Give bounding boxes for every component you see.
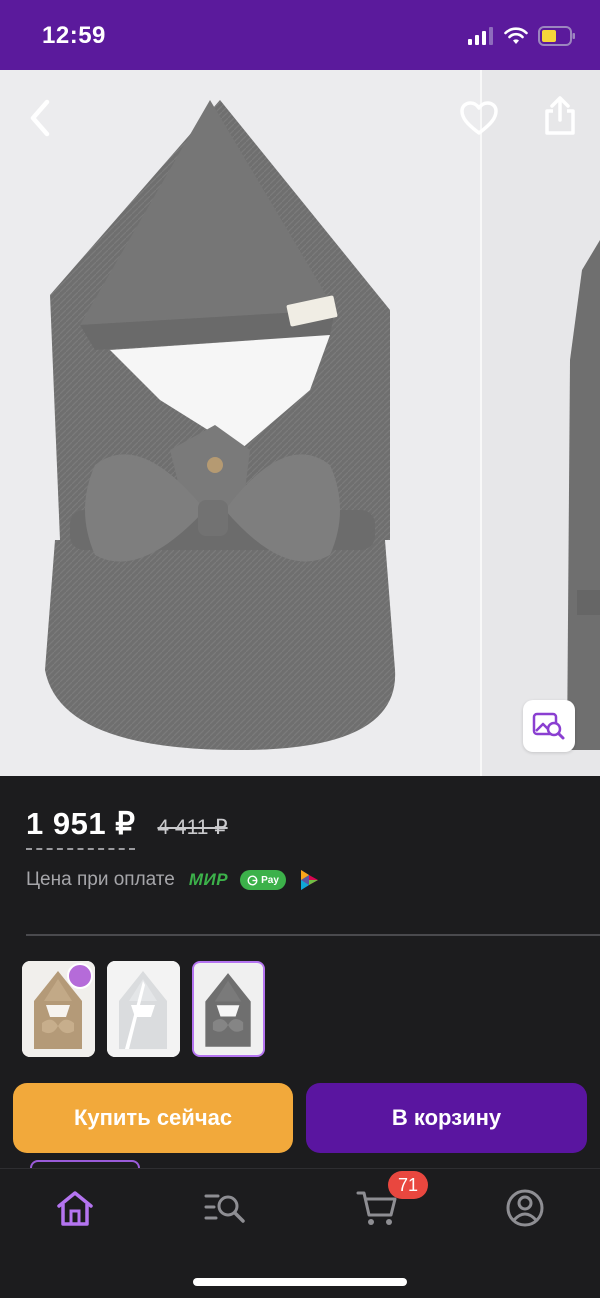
partial-chip [30,1160,140,1168]
current-price[interactable]: 1 951 ₽ [26,806,136,850]
back-button[interactable] [18,96,62,140]
tab-home[interactable] [50,1185,100,1231]
google-pay-g-icon [247,874,258,886]
gray-knit-envelope-image [45,100,396,750]
heart-icon [460,101,498,135]
divider [26,934,600,936]
color-variants [22,961,265,1057]
cart-count-badge: 71 [388,1171,428,1199]
clock: 12:59 [42,22,106,49]
google-pay-label: Pay [261,874,279,886]
product-page: 12:59 1 951 ₽ 4 411 ₽ Цена при оплате МИ… [0,0,600,1298]
add-to-cart-button[interactable]: В корзину [306,1083,587,1153]
next-image-preview [567,240,600,750]
payment-methods: Цена при оплате МИР Pay [26,868,320,892]
new-badge-icon [67,963,93,989]
tab-catalog[interactable] [200,1185,250,1231]
share-button[interactable] [538,94,582,138]
status-icons [468,26,576,46]
share-icon [545,96,575,135]
buy-now-button[interactable]: Купить сейчас [13,1083,293,1153]
mir-logo: МИР [188,870,229,889]
variant-beige[interactable] [22,961,95,1057]
white-envelope-thumbnail [107,961,180,1057]
visual-search-icon [532,712,565,740]
favorite-button[interactable] [457,96,501,140]
price-row: 1 951 ₽ 4 411 ₽ [26,806,228,850]
cellular-signal-icon [468,27,493,45]
gray-envelope-thumbnail [194,963,263,1055]
product-image[interactable] [0,70,480,776]
old-price: 4 411 ₽ [157,816,228,839]
sbp-logo-icon [300,870,318,890]
google-pay-logo: Pay [240,870,286,890]
product-gallery[interactable] [0,70,600,776]
tab-profile[interactable] [500,1185,550,1231]
battery-icon [538,26,575,46]
variant-white[interactable] [107,961,180,1057]
back-chevron-icon [30,99,50,137]
home-indicator[interactable] [193,1278,407,1286]
visual-search-button[interactable] [523,700,575,752]
next-product-image[interactable] [482,70,600,776]
profile-icon [506,1189,544,1227]
home-icon [57,1191,93,1226]
catalog-search-icon [204,1194,245,1223]
status-bar: 12:59 [0,0,600,70]
wifi-icon [504,27,528,44]
payment-price-label: Цена при оплате [26,869,175,890]
variant-gray[interactable] [192,961,265,1057]
